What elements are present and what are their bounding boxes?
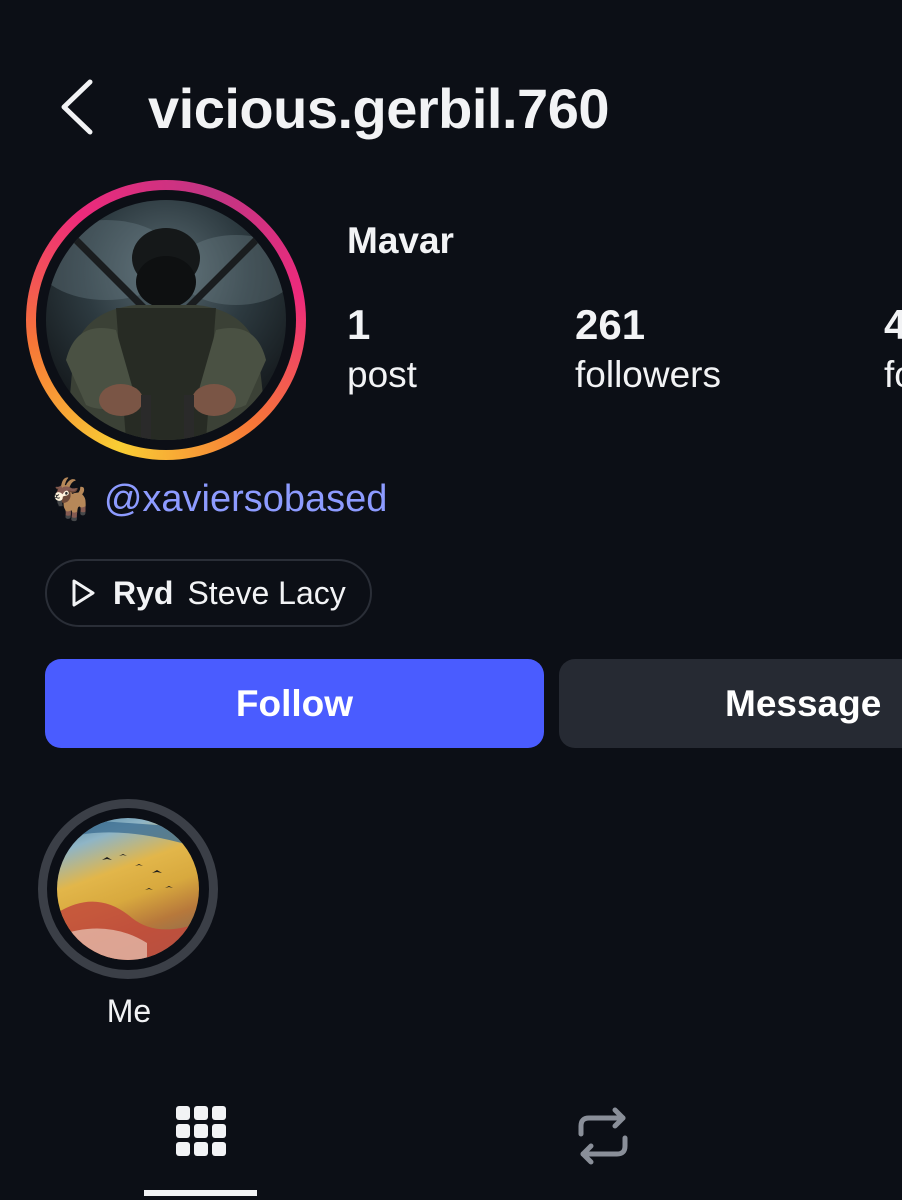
repost-icon bbox=[578, 1107, 628, 1165]
following-count[interactable]: 4 fo bbox=[884, 300, 902, 400]
bio: 🐐 @xaviersobased bbox=[46, 474, 387, 524]
profile-tabs bbox=[0, 1090, 902, 1200]
message-button-label: Message bbox=[725, 682, 882, 724]
tab-reposts[interactable] bbox=[523, 1090, 683, 1196]
bio-mention-link[interactable]: @xaviersobased bbox=[104, 478, 388, 521]
followers-number: 261 bbox=[575, 301, 646, 348]
tab-posts-grid[interactable] bbox=[121, 1090, 281, 1196]
grid-icon bbox=[176, 1106, 226, 1156]
follow-button[interactable]: Follow bbox=[45, 659, 544, 748]
play-icon bbox=[72, 579, 95, 607]
profile-username: vicious.gerbil.760 bbox=[148, 77, 609, 140]
story-highlight[interactable]: Me bbox=[38, 799, 220, 1030]
followers-count[interactable]: 261 followers bbox=[575, 300, 721, 400]
followers-label: followers bbox=[575, 354, 721, 395]
avatar-image bbox=[46, 200, 286, 440]
back-button[interactable] bbox=[52, 76, 108, 138]
display-name: Mavar bbox=[347, 220, 454, 261]
header: vicious.gerbil.760 bbox=[0, 62, 902, 154]
highlight-ring bbox=[38, 799, 218, 979]
song-artist: Steve Lacy bbox=[187, 574, 346, 611]
message-button[interactable]: Message bbox=[559, 659, 902, 748]
posts-label: post bbox=[347, 354, 417, 395]
chevron-left-icon bbox=[61, 79, 93, 135]
active-tab-indicator bbox=[144, 1190, 257, 1196]
song-title: Ryd bbox=[113, 574, 174, 611]
goat-emoji: 🐐 bbox=[46, 476, 96, 523]
profile-page: vicious.gerbil.760 Mavar 1 post 261 foll… bbox=[0, 0, 902, 1200]
profile-avatar[interactable] bbox=[26, 180, 306, 460]
following-number: 4 bbox=[884, 301, 902, 348]
posts-count[interactable]: 1 post bbox=[347, 300, 417, 400]
highlight-label: Me bbox=[106, 993, 152, 1029]
posts-number: 1 bbox=[347, 301, 371, 348]
following-label: fo bbox=[884, 354, 902, 395]
highlight-cover-image bbox=[57, 818, 199, 960]
profile-music-pill[interactable]: Ryd Steve Lacy bbox=[45, 559, 372, 627]
